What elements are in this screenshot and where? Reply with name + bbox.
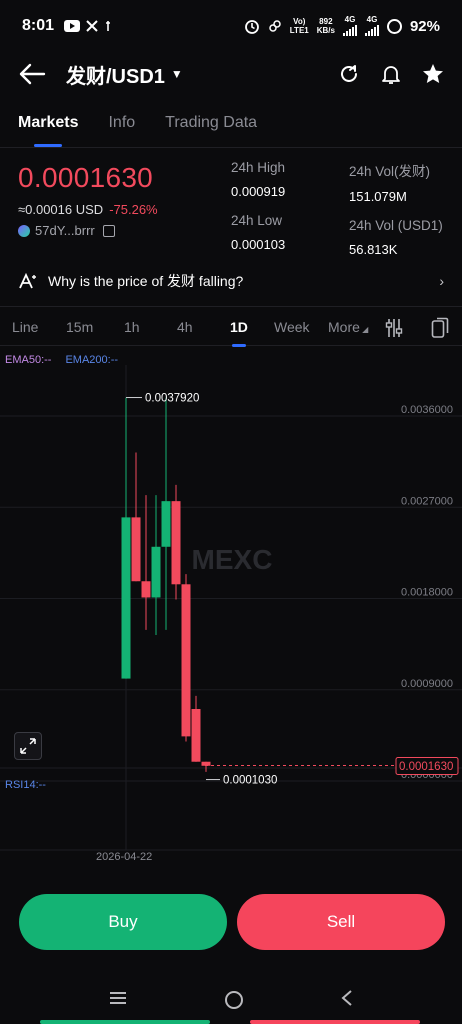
- pair-selector[interactable]: 发财/USD1 ▼: [66, 60, 183, 89]
- notification-icon: [106, 21, 111, 31]
- fullscreen-button[interactable]: [14, 732, 42, 760]
- vol-base-label: 24h Vol(发财): [349, 164, 431, 179]
- refresh-button[interactable]: [338, 63, 360, 85]
- candle-body: [121, 517, 131, 679]
- candle-body: [191, 709, 201, 762]
- candlestick-chart[interactable]: MEXC 0.0036000 0.0027000 0.0018000 0.000900…: [0, 365, 462, 865]
- interval-15m[interactable]: 15m: [66, 319, 93, 335]
- price-axis-label: 0.0036000: [401, 404, 453, 416]
- recent-apps-button[interactable]: [108, 990, 128, 1011]
- low-label: 24h Low: [231, 213, 283, 228]
- why-text: Why is the price of 发财 falling?: [48, 273, 244, 289]
- interval-more[interactable]: More ◢: [328, 319, 368, 335]
- back-icon: [341, 989, 352, 1006]
- tab-info[interactable]: Info: [108, 104, 135, 147]
- chevron-down-icon: ▼: [170, 67, 183, 81]
- indicator-settings-button[interactable]: [385, 318, 403, 341]
- candles: [121, 397, 211, 772]
- back-button[interactable]: [18, 59, 48, 89]
- last-price: 0.0001630: [18, 162, 154, 193]
- price-axis: 0.0036000 0.0027000 0.0018000 0.0009000 0.00…: [401, 404, 453, 781]
- tab-markets[interactable]: Markets: [18, 104, 78, 147]
- interval-1d[interactable]: 1D: [230, 319, 248, 347]
- sell-button[interactable]: Sell: [237, 894, 445, 950]
- top-header: 发财/USD1 ▼: [0, 52, 462, 96]
- battery-percent: 92%: [409, 17, 440, 35]
- indicator-settings-icon: [385, 319, 403, 337]
- bottom-strip: [0, 1020, 462, 1024]
- high-value: 0.000919: [231, 184, 286, 199]
- header-actions: [338, 63, 444, 85]
- signal-1: 4G: [342, 15, 357, 38]
- usd-approx: ≈0.00016 USD: [18, 202, 104, 217]
- solana-chain-icon: [18, 224, 30, 237]
- layout-button[interactable]: [431, 317, 449, 342]
- net-speed: 892 KB/s: [316, 17, 335, 35]
- pair-title: 发财/USD1: [66, 65, 165, 88]
- status-bar: 8:01 Vo) LTE1 892 KB/s 4G 4G 92%: [0, 0, 462, 52]
- stats-volume: 24h Vol(发财) 151.079M 24h Vol (USD1) 56.8…: [349, 160, 443, 257]
- candle-body: [171, 501, 181, 585]
- low-marker-label: 0.0001030: [223, 775, 277, 787]
- copy-icon[interactable]: [102, 224, 115, 237]
- recent-apps-icon: [110, 991, 127, 1004]
- interval-bar: Line 15m 1h 4h 1D Week More ◢: [0, 306, 462, 347]
- candle-body: [141, 581, 151, 598]
- back-arrow-icon: [19, 63, 46, 85]
- vol-quote-label: 24h Vol (USD1): [349, 218, 443, 233]
- vol-base-value: 151.079M: [349, 189, 407, 204]
- candle-body: [161, 501, 171, 547]
- interval-line[interactable]: Line: [12, 319, 38, 335]
- alert-button[interactable]: [380, 63, 402, 85]
- interval-4h[interactable]: 4h: [177, 319, 193, 335]
- expand-icon: [20, 738, 36, 754]
- price-axis-label: 0.0018000: [401, 587, 453, 599]
- status-time: 8:01: [22, 17, 55, 34]
- youtube-icon: [64, 20, 81, 32]
- link-icon: [269, 20, 281, 32]
- copy-layout-icon: [431, 317, 449, 338]
- low-value: 0.000103: [231, 237, 286, 252]
- signal-2: 4G: [364, 15, 379, 38]
- price-block: 0.0001630 ≈0.00016 USD -75.26% 57dY...br…: [18, 162, 228, 238]
- current-price-text: 0.0001630: [399, 761, 453, 773]
- date-axis-label: 2026-04-22: [96, 851, 153, 863]
- candle-body: [151, 546, 161, 598]
- why-price-falling-row[interactable]: Why is the price of 发财 falling? ›: [18, 266, 444, 296]
- address-text: 57dY...brrr: [35, 223, 95, 238]
- status-right: Vo) LTE1 892 KB/s 4G 4G 92%: [244, 15, 440, 38]
- interval-1h[interactable]: 1h: [124, 319, 140, 335]
- ai-icon: [18, 273, 40, 289]
- refresh-icon: [341, 65, 357, 82]
- watermark: MEXC: [192, 544, 273, 575]
- rsi-label: RSI14:--: [5, 779, 46, 791]
- candle-body: [131, 517, 141, 582]
- nav-back-button[interactable]: [340, 989, 354, 1012]
- contract-address[interactable]: 57dY...brrr: [18, 223, 228, 238]
- candle-body: [181, 584, 191, 737]
- tab-trading-data[interactable]: Trading Data: [165, 104, 257, 147]
- chevron-right-icon: ›: [439, 273, 444, 289]
- star-icon: [423, 64, 443, 83]
- volte-label: Vo) LTE1: [289, 17, 309, 35]
- battery-icon: [386, 18, 402, 34]
- high-label: 24h High: [231, 160, 286, 175]
- stats-high-low: 24h High 0.000919 24h Low 0.000103: [231, 160, 285, 252]
- favorite-button[interactable]: [422, 63, 444, 85]
- high-marker-label: 0.0037920: [145, 393, 199, 405]
- alarm-icon: [244, 20, 259, 34]
- home-icon[interactable]: [224, 991, 243, 1009]
- vol-quote-value: 56.813K: [349, 242, 398, 257]
- status-left-icons: [64, 20, 112, 32]
- buy-button[interactable]: Buy: [19, 894, 227, 950]
- price-axis-label: 0.0027000: [401, 495, 453, 507]
- price-change: -75.26%: [109, 202, 158, 217]
- system-nav-bar: [0, 980, 462, 1020]
- market-tabs: Markets Info Trading Data: [0, 104, 462, 148]
- x-icon: [86, 20, 98, 32]
- price-axis-label: 0.0009000: [401, 678, 453, 690]
- price-subline: ≈0.00016 USD -75.26%: [18, 202, 228, 217]
- interval-week[interactable]: Week: [274, 319, 310, 335]
- bell-icon: [382, 66, 400, 84]
